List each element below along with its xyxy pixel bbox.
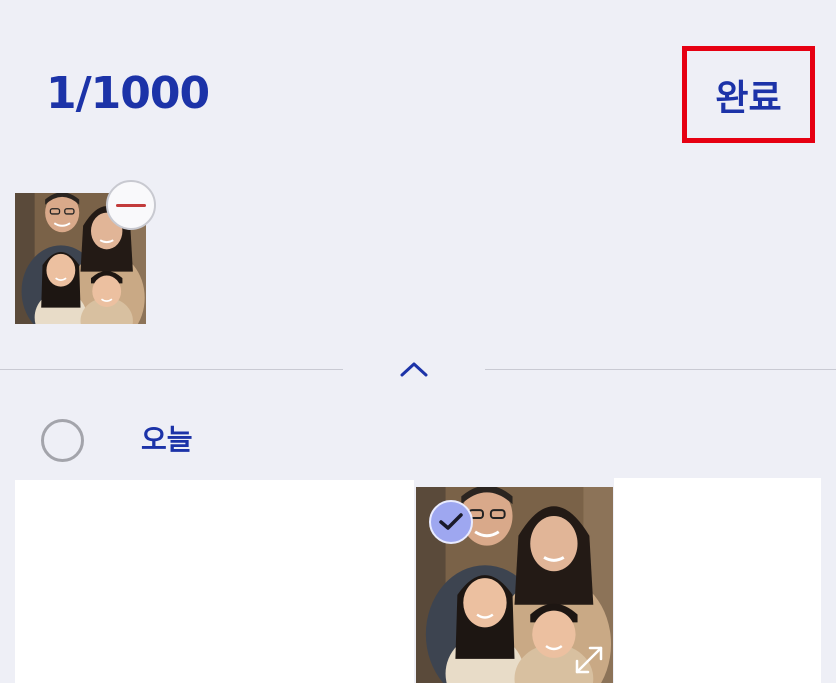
done-button-label: 완료 — [715, 77, 782, 119]
photo-selected-check[interactable] — [429, 500, 473, 544]
remove-selected-button[interactable] — [106, 180, 156, 230]
divider — [485, 369, 836, 370]
divider — [0, 369, 343, 370]
chevron-up-icon — [400, 362, 428, 377]
done-button[interactable]: 완료 — [682, 46, 815, 143]
checkmark-icon — [439, 513, 463, 530]
grid-tile[interactable] — [15, 480, 414, 683]
photo-picker-screen: 1/1000 완료 오늘 — [0, 0, 836, 683]
selection-counter: 1/1000 — [46, 68, 210, 119]
select-all-toggle[interactable] — [41, 419, 84, 462]
minus-icon — [116, 203, 146, 207]
expand-icon[interactable] — [573, 644, 605, 676]
collapse-button[interactable] — [394, 352, 434, 386]
grid-tile[interactable] — [614, 478, 821, 683]
date-group-title: 오늘 — [141, 423, 193, 456]
